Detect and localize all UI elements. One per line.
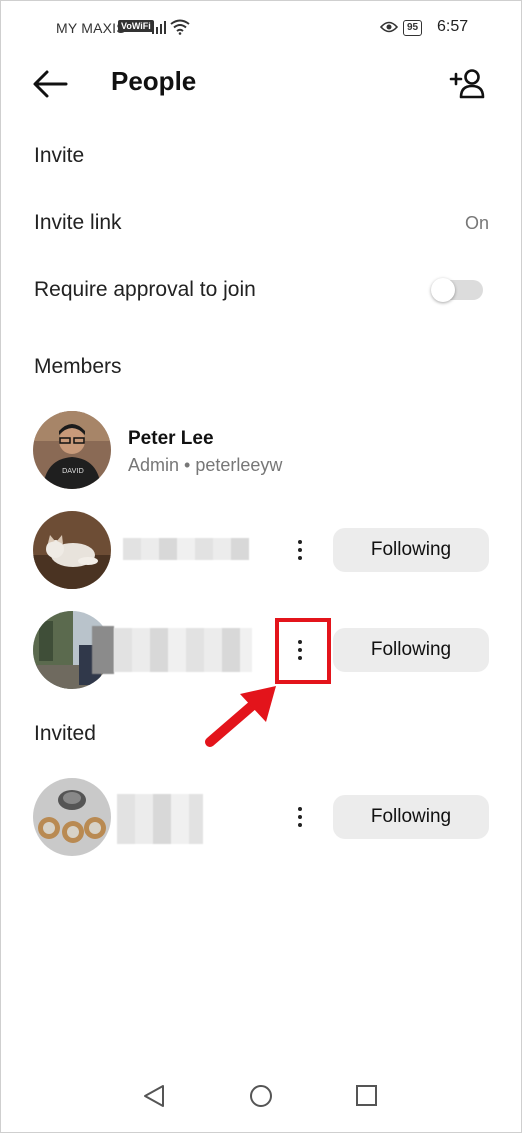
signal-icon	[152, 21, 166, 34]
eye-icon	[380, 21, 398, 33]
invite-link-label: Invite link	[34, 211, 122, 234]
members-section-title: Members	[34, 355, 122, 378]
following-button[interactable]: Following	[333, 528, 489, 572]
arrow-left-icon[interactable]	[32, 68, 68, 100]
more-options-icon[interactable]	[290, 802, 310, 832]
member-subtitle-admin: Admin • peterleeyw	[128, 455, 283, 475]
vowifi-badge: VoWiFi	[118, 20, 154, 32]
clock: 6:57	[437, 18, 469, 35]
back-nav-icon[interactable]	[144, 1085, 164, 1107]
avatar[interactable]: DAVID	[33, 411, 111, 489]
member-name-blurred	[114, 628, 252, 672]
avatar-photo-peter-lee: DAVID	[33, 411, 111, 489]
invite-link-row[interactable]: Invite link On	[0, 200, 522, 246]
following-button[interactable]: Following	[333, 628, 489, 672]
blurred-overlay	[92, 626, 114, 674]
avatar-photo-cat	[33, 511, 111, 589]
home-nav-icon[interactable]	[250, 1085, 272, 1107]
member-name-admin: Peter Lee	[128, 428, 214, 449]
invite-section-title: Invite	[34, 144, 85, 167]
avatar[interactable]	[33, 778, 111, 856]
invited-section-title: Invited	[34, 722, 96, 745]
avatar[interactable]	[33, 511, 111, 589]
svg-text:DAVID: DAVID	[62, 467, 84, 475]
following-button[interactable]: Following	[333, 795, 489, 839]
invited-name-blurred	[117, 794, 203, 844]
more-options-icon[interactable]	[290, 535, 310, 565]
toggle-knob	[431, 278, 455, 302]
status-bar: MY MAXIS VoWiFi 95 6:57	[0, 18, 522, 40]
approval-label: Require approval to join	[34, 278, 256, 301]
add-person-icon[interactable]	[449, 67, 485, 101]
highlight-box	[275, 618, 331, 684]
carrier-label: MY MAXIS	[56, 20, 126, 36]
page-title: People	[111, 66, 197, 96]
system-nav-bar	[144, 1085, 377, 1107]
avatar-photo-grinder	[33, 778, 111, 856]
invite-link-value: On	[465, 213, 490, 233]
battery-indicator: 95	[403, 20, 423, 36]
wifi-icon	[170, 19, 190, 35]
require-approval-toggle[interactable]	[431, 278, 483, 302]
recents-nav-icon[interactable]	[356, 1085, 377, 1106]
red-arrow-annotation	[205, 686, 276, 747]
member-name-blurred	[123, 538, 249, 560]
